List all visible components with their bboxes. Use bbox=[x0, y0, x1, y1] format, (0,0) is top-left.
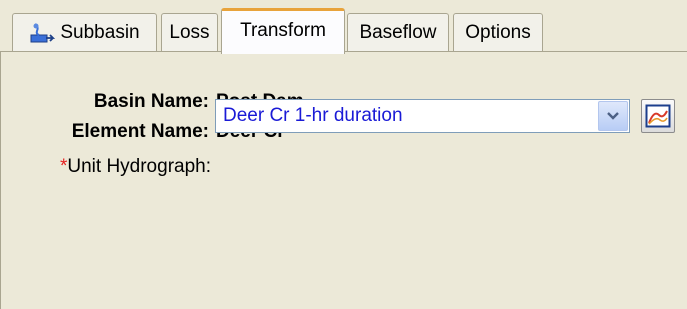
subbasin-icon bbox=[29, 21, 56, 45]
basin-name-label: Basin Name: bbox=[93, 91, 209, 112]
element-name-label: Element Name: bbox=[71, 121, 209, 142]
tab-label: Transform bbox=[240, 20, 326, 41]
tab-subbasin[interactable]: Subbasin bbox=[12, 13, 157, 51]
tab-transform[interactable]: Transform bbox=[221, 8, 345, 54]
tab-label: Baseflow bbox=[359, 21, 437, 43]
tab-label: Options bbox=[465, 21, 531, 43]
graph-icon[interactable] bbox=[641, 99, 675, 133]
tab-loss[interactable]: Loss bbox=[161, 13, 218, 51]
chevron-down-icon[interactable] bbox=[598, 101, 628, 131]
unit-hydrograph-select[interactable]: Deer Cr 1-hr duration bbox=[215, 99, 630, 133]
tab-options[interactable]: Options bbox=[453, 13, 543, 51]
tab-baseflow[interactable]: Baseflow bbox=[347, 13, 449, 51]
unit-hydrograph-label: Unit Hydrograph: bbox=[67, 156, 211, 177]
component-editor: Subbasin Loss Transform Baseflow Options… bbox=[0, 0, 687, 309]
transform-panel: Basin Name: Post Dam Element Name: Deer … bbox=[0, 51, 687, 309]
tab-strip: Subbasin Loss Transform Baseflow Options bbox=[0, 0, 687, 54]
unit-hydrograph-value: Deer Cr 1-hr duration bbox=[223, 105, 403, 126]
tab-label: Subbasin bbox=[60, 21, 140, 43]
tab-label: Loss bbox=[169, 21, 210, 43]
unit-hydrograph-label-row: *Unit Hydrograph: bbox=[25, 156, 211, 178]
